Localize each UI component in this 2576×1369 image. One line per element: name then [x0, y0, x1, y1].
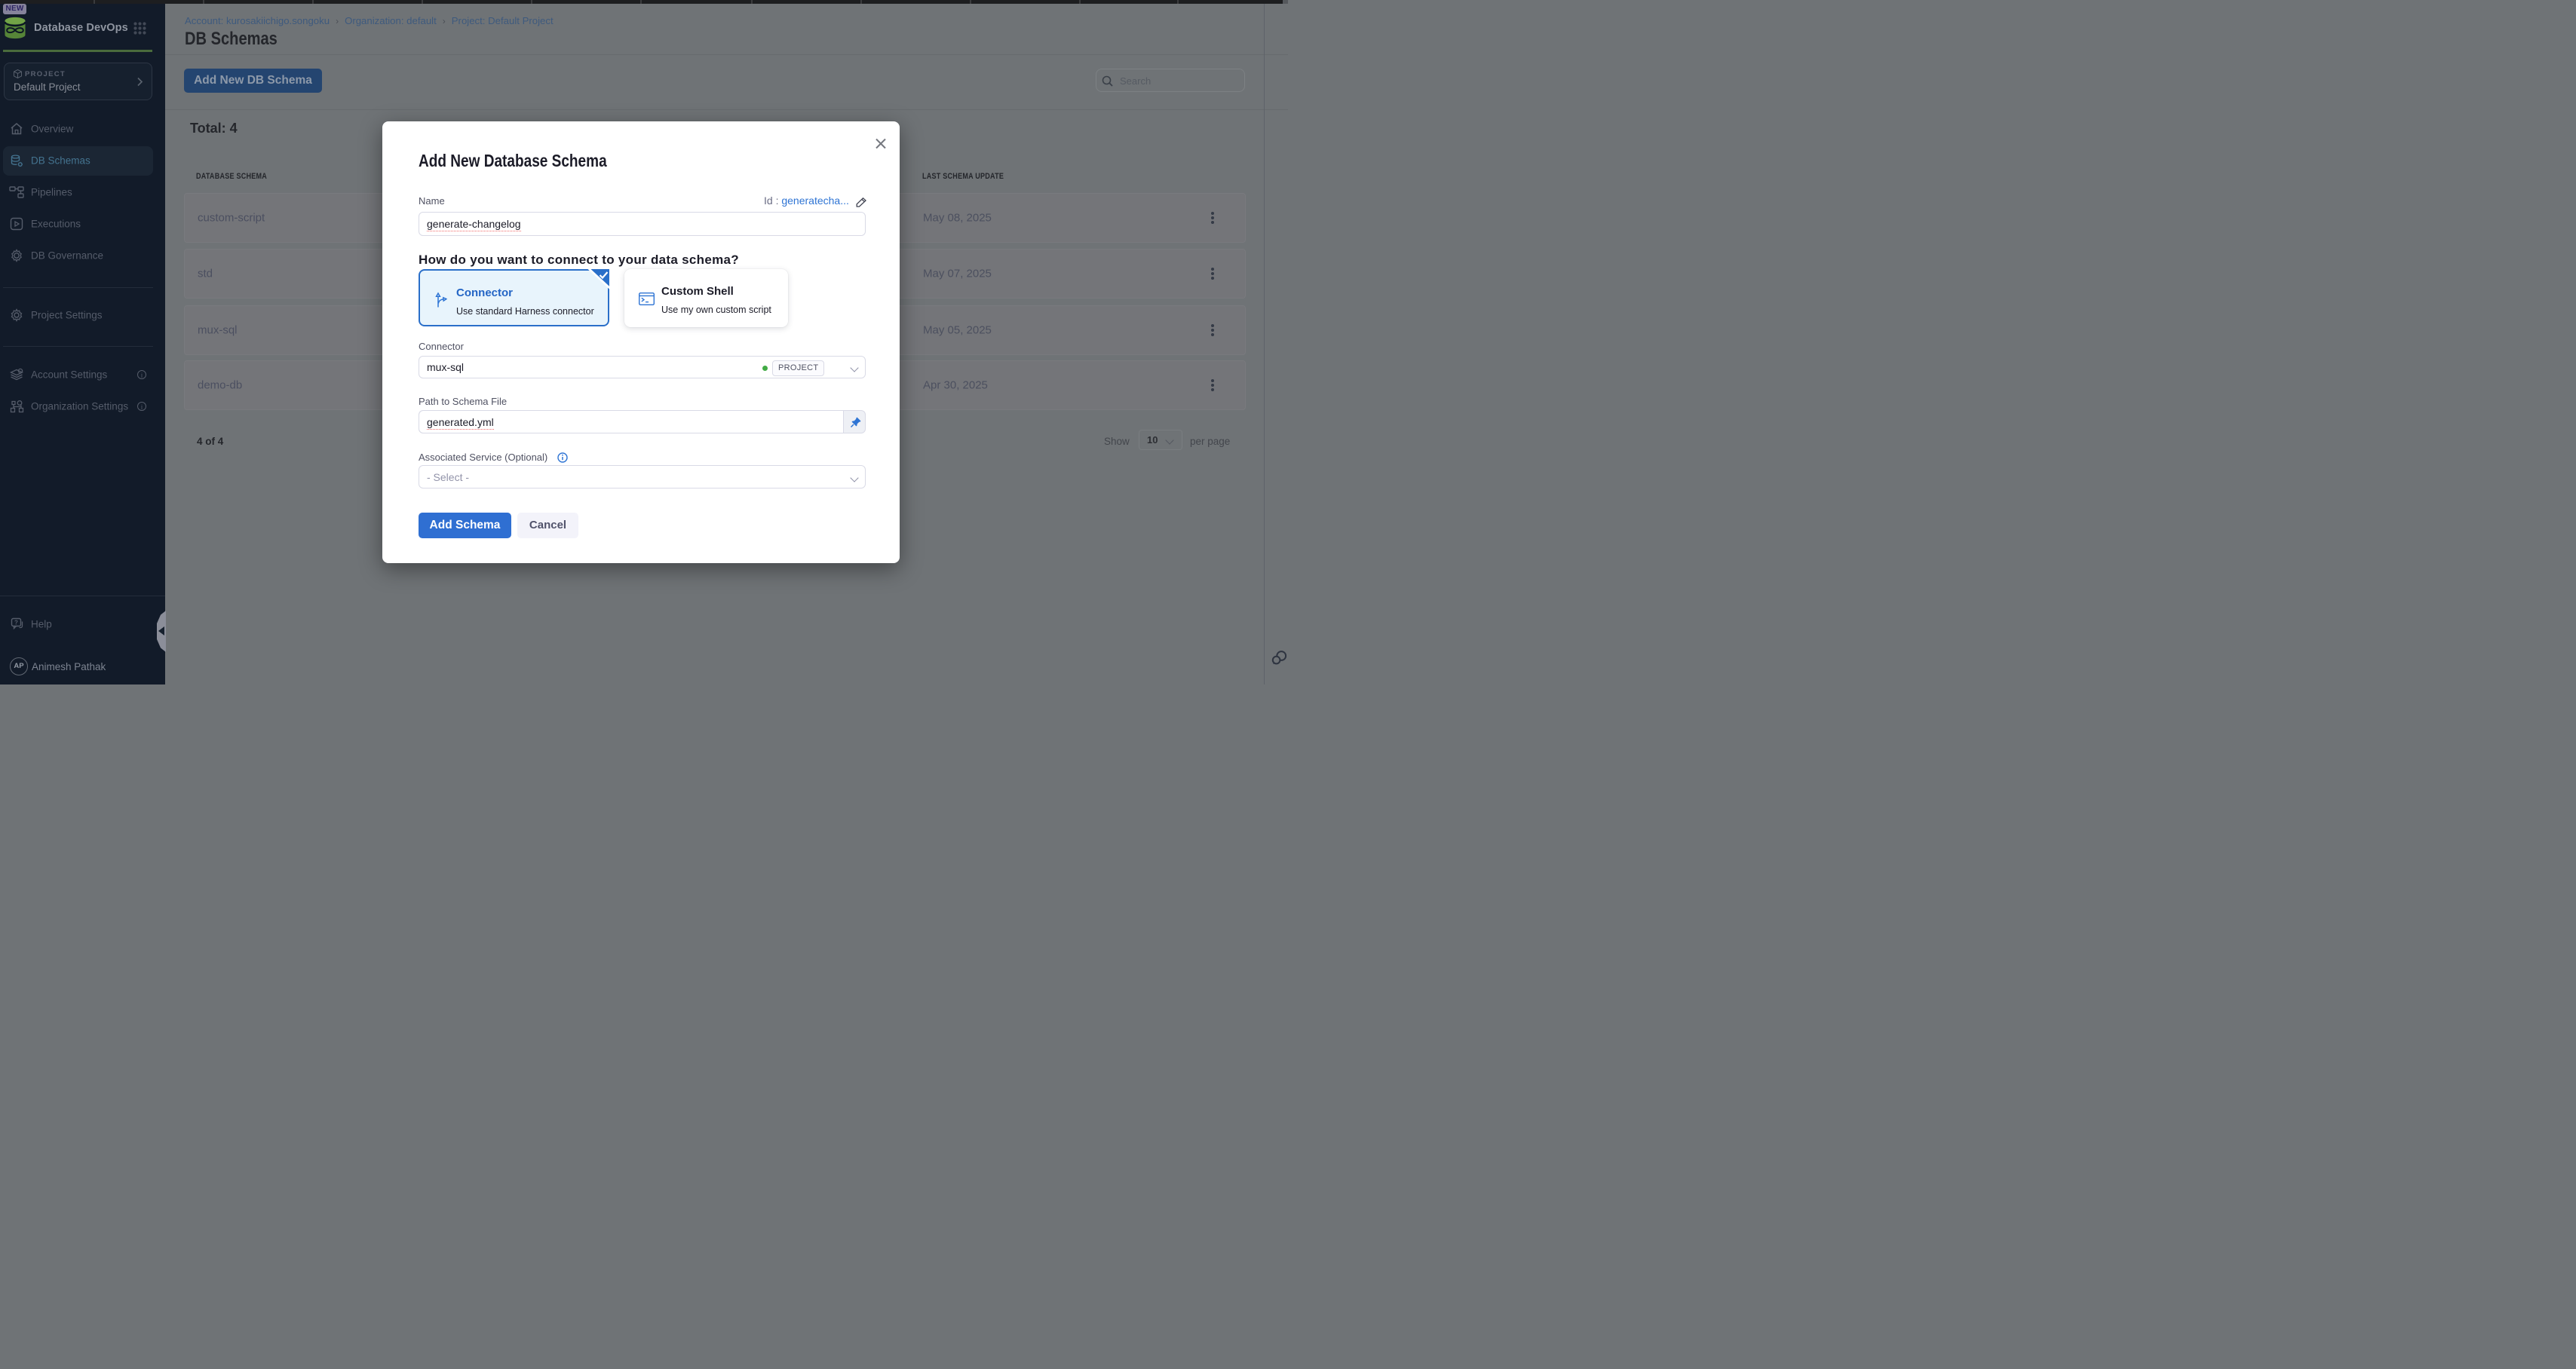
- svg-text:?: ?: [14, 620, 18, 626]
